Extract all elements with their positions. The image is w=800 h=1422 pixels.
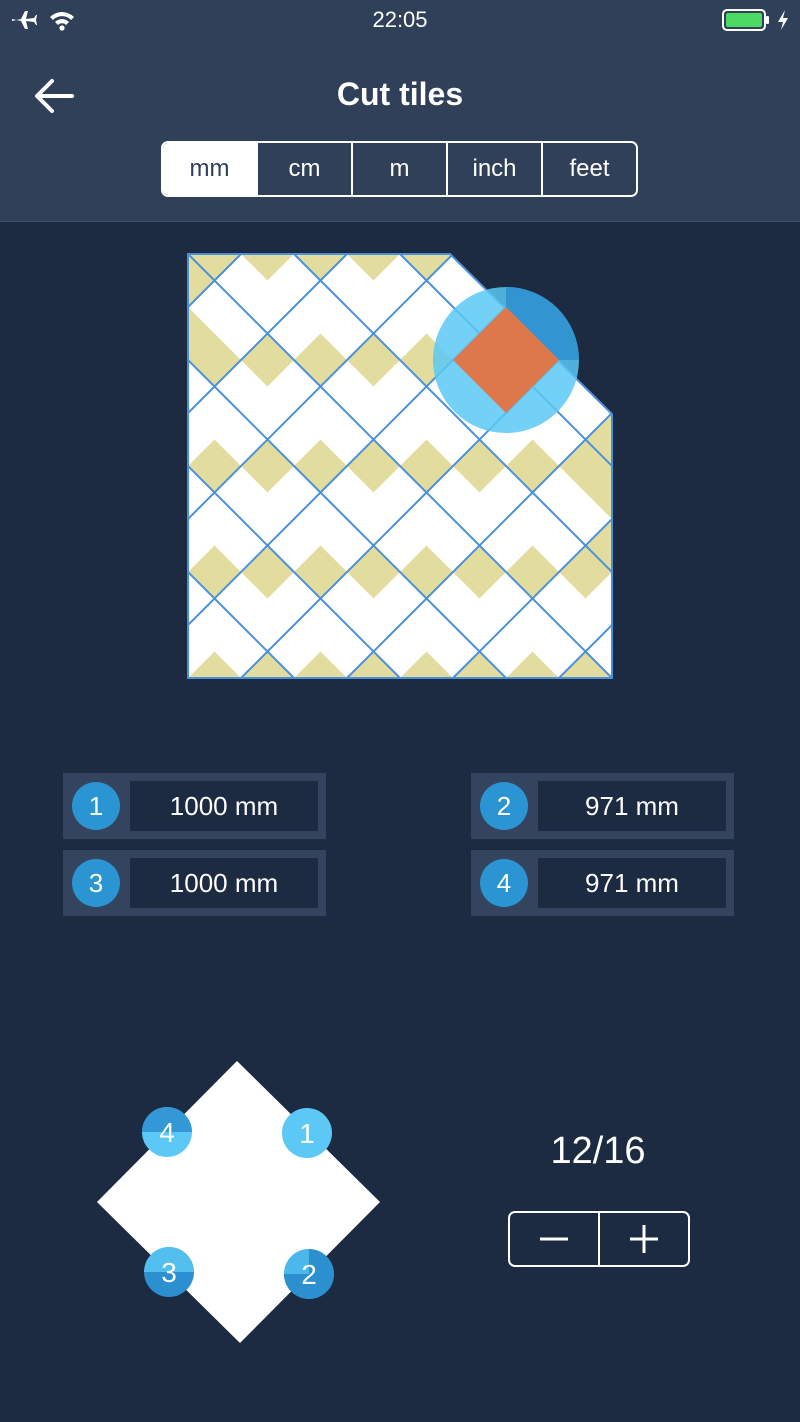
decrement-button[interactable]: [510, 1213, 600, 1265]
measurement-1: 1 1000 mm: [63, 773, 326, 839]
status-bar: 22:05: [0, 0, 800, 40]
corner-marker-2: 2: [284, 1249, 334, 1299]
charging-icon: [778, 10, 788, 30]
tile-stepper: [508, 1211, 690, 1267]
tile-preview: 4 1 3 2: [97, 1061, 380, 1343]
unit-option-inch[interactable]: inch: [448, 143, 543, 195]
header: 22:05 Cut tiles mm cm m inch feet: [0, 0, 800, 222]
measurement-4: 4 971 mm: [471, 850, 734, 916]
page-title: Cut tiles: [336, 76, 464, 112]
battery-icon: [722, 9, 769, 31]
status-time: 22:05: [372, 7, 428, 32]
tile-preview-shape: [97, 1061, 380, 1343]
unit-option-feet[interactable]: feet: [543, 143, 636, 195]
floor-layout-diagram[interactable]: [180, 246, 620, 686]
measurement-3: 3 1000 mm: [63, 850, 326, 916]
unit-selector: mm cm m inch feet: [161, 141, 638, 197]
measurement-2: 2 971 mm: [471, 773, 734, 839]
corner-marker-3: 3: [144, 1247, 194, 1297]
measurement-badge-2: 2: [480, 782, 528, 830]
corner-label-1: 1: [299, 1118, 315, 1149]
minus-icon: [540, 1237, 568, 1241]
measurement-input-1[interactable]: 1000 mm: [130, 781, 318, 831]
measurement-input-3[interactable]: 1000 mm: [130, 858, 318, 908]
corner-label-2: 2: [301, 1259, 317, 1290]
corner-marker-4: 4: [142, 1107, 192, 1157]
unit-option-mm[interactable]: mm: [163, 143, 258, 195]
measurement-input-2[interactable]: 971 mm: [538, 781, 726, 831]
measurement-input-4[interactable]: 971 mm: [538, 858, 726, 908]
unit-option-m[interactable]: m: [353, 143, 448, 195]
plus-icon: [630, 1225, 658, 1253]
measurement-badge-4: 4: [480, 859, 528, 907]
measurement-badge-1: 1: [72, 782, 120, 830]
increment-button[interactable]: [600, 1213, 688, 1265]
tile-counter: 12/16: [550, 1130, 646, 1172]
corner-marker-1: 1: [282, 1108, 332, 1158]
measurement-badge-3: 3: [72, 859, 120, 907]
unit-option-cm[interactable]: cm: [258, 143, 353, 195]
corner-label-3: 3: [161, 1257, 177, 1288]
corner-label-4: 4: [159, 1117, 175, 1148]
